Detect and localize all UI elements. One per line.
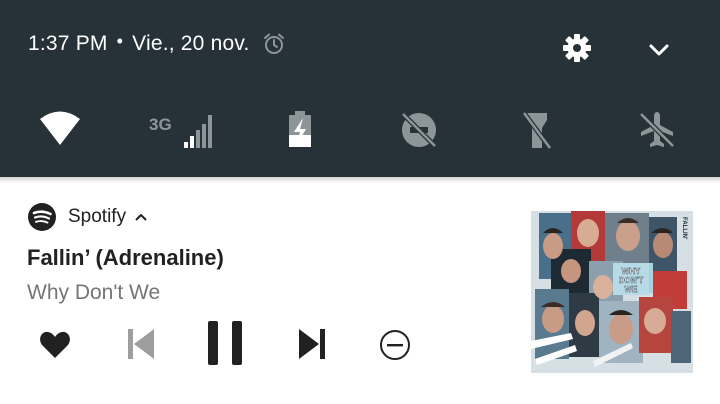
- battery-tile[interactable]: [270, 100, 330, 160]
- heart-icon: [40, 331, 70, 358]
- airplane-mode-off-icon: [639, 112, 675, 148]
- skip-next-icon: [299, 329, 325, 359]
- playback-controls: [0, 317, 500, 373]
- flashlight-off-icon: [521, 111, 553, 150]
- quick-settings-panel: 1:37 PM • Vie., 20 nov. 3G: [0, 0, 720, 177]
- svg-text:WHY: WHY: [622, 267, 641, 276]
- status-row: 1:37 PM • Vie., 20 nov.: [0, 0, 720, 90]
- album-art: WHY DON'T WE FALLIN': [531, 211, 693, 373]
- pause-icon: [208, 321, 242, 365]
- previous-button[interactable]: [125, 327, 157, 366]
- cellular-3g-icon: 3G: [149, 115, 212, 148]
- quick-settings-tiles: 3G: [0, 100, 720, 166]
- wifi-icon: [40, 111, 80, 145]
- notification-header: Spotify: [27, 202, 148, 232]
- clock-date[interactable]: 1:37 PM • Vie., 20 nov.: [28, 30, 286, 56]
- date-label: Vie., 20 nov.: [132, 32, 250, 55]
- gear-icon[interactable]: [562, 33, 592, 63]
- spotify-logo-icon: [28, 203, 56, 231]
- cellular-tile[interactable]: 3G: [148, 100, 220, 160]
- pause-button[interactable]: [205, 319, 245, 372]
- svg-text:DON'T: DON'T: [619, 276, 644, 285]
- skip-previous-icon: [128, 329, 154, 359]
- do-not-disturb-tile[interactable]: [389, 100, 449, 160]
- app-name: Spotify: [68, 206, 127, 227]
- remove-button[interactable]: [378, 328, 412, 367]
- media-notification[interactable]: Spotify Fallin’ (Adrenaline) Why Don't W…: [0, 177, 720, 404]
- notification-shadow: [0, 177, 720, 183]
- like-button[interactable]: [38, 329, 72, 366]
- svg-text:WE: WE: [625, 285, 639, 294]
- wifi-tile[interactable]: [30, 100, 90, 160]
- next-button[interactable]: [296, 327, 328, 366]
- alarm-icon: [262, 32, 286, 56]
- chevron-up-icon[interactable]: [134, 212, 148, 222]
- flashlight-tile[interactable]: [507, 100, 567, 160]
- airplane-mode-tile[interactable]: [627, 100, 687, 160]
- separator: •: [116, 30, 124, 51]
- chevron-down-icon[interactable]: [646, 38, 672, 60]
- clock-time: 1:37 PM: [28, 32, 108, 55]
- artist-name: Why Don't We: [27, 281, 161, 304]
- do-not-disturb-off-icon: [401, 112, 437, 148]
- network-type-label: 3G: [149, 115, 172, 134]
- album-collage-image: WHY DON'T WE FALLIN': [531, 211, 693, 373]
- minus-circle-icon: [380, 330, 410, 360]
- track-title: Fallin’ (Adrenaline): [27, 245, 224, 270]
- svg-text:FALLIN': FALLIN': [681, 217, 687, 240]
- battery-charging-icon: [289, 111, 311, 147]
